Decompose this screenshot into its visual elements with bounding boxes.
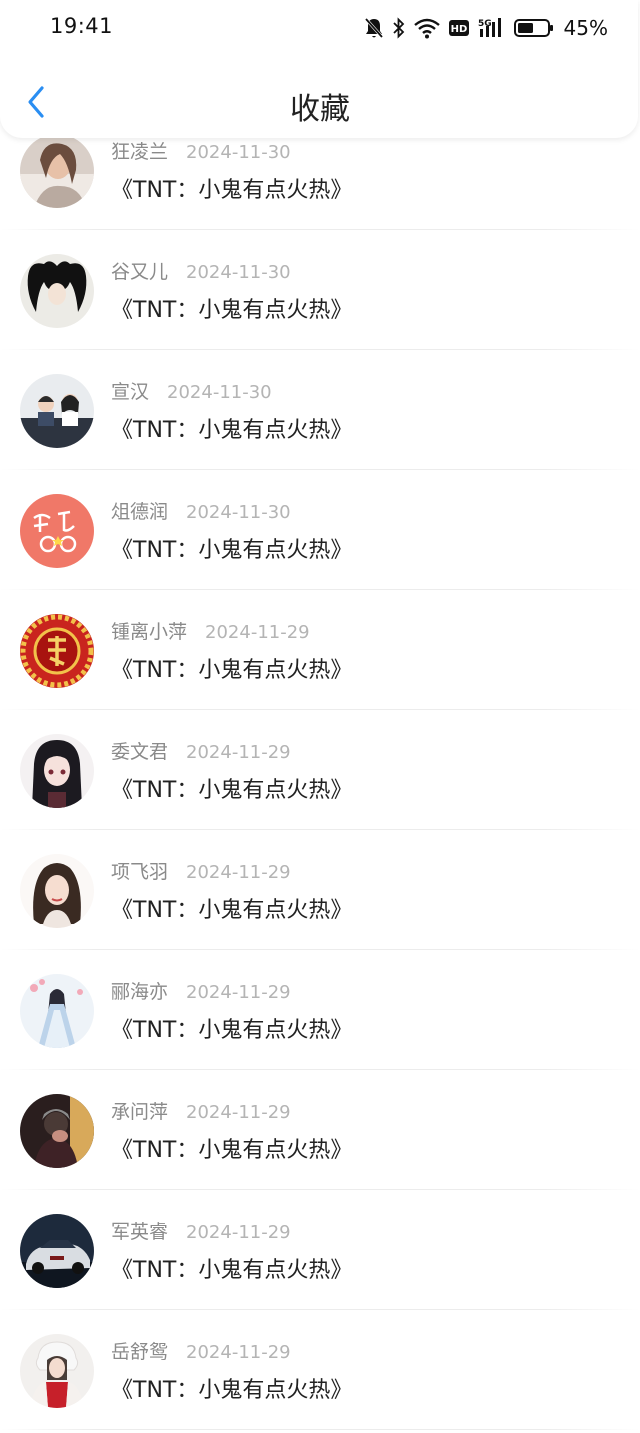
list-item[interactable]: 承问萍 2024-11-29 《TNT：小鬼有点火热》 [0,1070,640,1190]
avatar[interactable] [20,134,94,208]
list-item[interactable]: 军英睿 2024-11-29 《TNT：小鬼有点火热》 [0,1190,640,1310]
status-time: 19:41 [50,14,114,38]
book-title: 《TNT：小鬼有点火热》 [111,1018,353,1043]
battery-percent: 45% [563,16,608,40]
battery-icon [513,17,554,39]
date: 2024-11-30 [186,502,291,523]
book-title: 《TNT：小鬼有点火热》 [111,538,353,563]
avatar[interactable] [20,1334,94,1408]
favorites-list: 狂凌兰 2024-11-30 《TNT：小鬼有点火热》 谷又儿 2024-11-… [0,110,640,1430]
book-title: 《TNT：小鬼有点火热》 [111,1258,353,1283]
list-item[interactable]: 项飞羽 2024-11-29 《TNT：小鬼有点火热》 [0,830,640,950]
avatar[interactable] [20,1214,94,1288]
list-item[interactable]: 郦海亦 2024-11-29 《TNT：小鬼有点火热》 [0,950,640,1070]
date: 2024-11-29 [186,862,291,883]
user-name: 项飞羽 [111,861,169,883]
book-title: 《TNT：小鬼有点火热》 [111,778,353,803]
avatar[interactable] [20,734,94,808]
favorites-screen: 狂凌兰 2024-11-30 《TNT：小鬼有点火热》 谷又儿 2024-11-… [0,0,640,1433]
status-bar: 19:41 HD 5G 45% [0,0,640,58]
list-item[interactable]: 锺离小萍 2024-11-29 《TNT：小鬼有点火热》 [0,590,640,710]
user-name: 狂凌兰 [111,141,169,163]
avatar[interactable] [20,374,94,448]
nav-bar: 收藏 [0,70,640,138]
avatar[interactable] [20,1094,94,1168]
list-item[interactable]: 俎德润 2024-11-30 《TNT：小鬼有点火热》 [0,470,640,590]
list-item[interactable]: 谷又儿 2024-11-30 《TNT：小鬼有点火热》 [0,230,640,350]
hd-icon: HD [448,18,470,38]
date: 2024-11-29 [186,1222,291,1243]
book-title: 《TNT：小鬼有点火热》 [111,1138,353,1163]
avatar[interactable] [20,614,94,688]
book-title: 《TNT：小鬼有点火热》 [111,418,353,443]
user-name: 宣汉 [111,381,150,403]
date: 2024-11-30 [186,142,291,163]
book-title: 《TNT：小鬼有点火热》 [111,1378,353,1403]
user-name: 岳舒鸳 [111,1341,169,1363]
book-title: 《TNT：小鬼有点火热》 [111,898,353,923]
user-name: 谷又儿 [111,261,169,283]
book-title: 《TNT：小鬼有点火热》 [111,298,353,323]
svg-text:HD: HD [450,24,467,35]
date: 2024-11-29 [205,622,310,643]
user-name: 俎德润 [111,501,169,523]
svg-text:5G: 5G [478,19,492,29]
list-item[interactable]: 委文君 2024-11-29 《TNT：小鬼有点火热》 [0,710,640,830]
user-name: 郦海亦 [111,981,169,1003]
header-card: 19:41 HD 5G 45% 收藏 [0,0,638,138]
user-name: 军英睿 [111,1221,169,1243]
page-title: 收藏 [290,92,350,127]
date: 2024-11-29 [186,1342,291,1363]
user-name: 承问萍 [111,1101,169,1123]
avatar[interactable] [20,254,94,328]
5g-signal-icon: 5G [478,17,506,39]
bluetooth-icon [392,17,406,39]
date: 2024-11-29 [186,1102,291,1123]
mute-icon [364,17,384,39]
list-item[interactable]: 岳舒鸳 2024-11-29 《TNT：小鬼有点火热》 [0,1310,640,1430]
book-title: 《TNT：小鬼有点火热》 [111,178,353,203]
avatar[interactable] [20,854,94,928]
date: 2024-11-29 [186,742,291,763]
list-item[interactable]: 宣汉 2024-11-30 《TNT：小鬼有点火热》 [0,350,640,470]
avatar[interactable] [20,974,94,1048]
avatar[interactable] [20,494,94,568]
date: 2024-11-29 [186,982,291,1003]
wifi-icon [413,17,440,39]
user-name: 委文君 [111,741,169,763]
status-icons: HD 5G 45% [364,14,608,42]
date: 2024-11-30 [186,262,291,283]
date: 2024-11-30 [167,382,272,403]
user-name: 锺离小萍 [111,621,188,643]
book-title: 《TNT：小鬼有点火热》 [111,658,353,683]
